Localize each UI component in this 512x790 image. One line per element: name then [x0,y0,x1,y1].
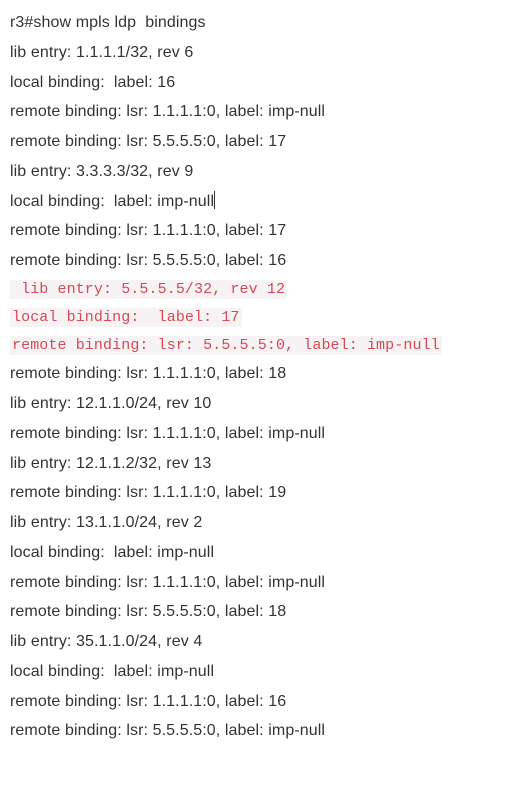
output-line: local binding: label: imp-null [10,538,500,568]
text-span: lib entry: 12.1.1.0/24, rev 10 [10,395,211,412]
output-line: remote binding: lsr: 1.1.1.1:0, label: 1… [10,687,500,717]
output-line: remote binding: lsr: 5.5.5.5:0, label: 1… [10,127,500,157]
text-span: remote binding: lsr: 5.5.5.5:0, label: 1… [10,133,286,150]
text-span: remote binding: lsr: 1.1.1.1:0, label: 1… [10,365,286,382]
output-line: remote binding: lsr: 1.1.1.1:0, label: i… [10,568,500,598]
text-span: local binding: label: 16 [10,74,175,91]
text-span: lib entry: 35.1.1.0/24, rev 4 [10,633,202,650]
text-span: local binding: label: imp-null [10,193,214,210]
output-line: lib entry: 5.5.5.5/32, rev 12 [10,276,500,304]
output-line: remote binding: lsr: 1.1.1.1:0, label: i… [10,419,500,449]
text-span: remote binding: lsr: 1.1.1.1:0, label: 1… [10,693,286,710]
output-line: lib entry: 1.1.1.1/32, rev 6 [10,38,500,68]
text-span: remote binding: lsr: 5.5.5.5:0, label: i… [10,722,325,739]
output-line: remote binding: lsr: 5.5.5.5:0, label: 1… [10,597,500,627]
output-line: local binding: label: imp-null [10,187,500,217]
highlighted-span: lib entry: 5.5.5.5/32, rev 12 [10,280,287,299]
output-line: remote binding: lsr: 5.5.5.5:0, label: i… [10,332,500,360]
text-span: lib entry: 12.1.1.2/32, rev 13 [10,455,211,472]
text-span: remote binding: lsr: 1.1.1.1:0, label: i… [10,425,325,442]
output-line: local binding: label: 17 [10,304,500,332]
output-line: remote binding: lsr: 1.1.1.1:0, label: i… [10,97,500,127]
output-line: lib entry: 35.1.1.0/24, rev 4 [10,627,500,657]
cli-output: r3#show mpls ldp bindings lib entry: 1.1.… [0,0,512,758]
highlighted-span: remote binding: lsr: 5.5.5.5:0, label: i… [10,336,442,355]
output-line: local binding: label: 16 [10,68,500,98]
output-line: lib entry: 12.1.1.0/24, rev 10 [10,389,500,419]
output-line: lib entry: 3.3.3.3/32, rev 9 [10,157,500,187]
text-span: local binding: label: imp-null [10,544,214,561]
output-line: remote binding: lsr: 1.1.1.1:0, label: 1… [10,216,500,246]
output-line: remote binding: lsr: 1.1.1.1:0, label: 1… [10,359,500,389]
text-span: remote binding: lsr: 1.1.1.1:0, label: 1… [10,222,286,239]
output-line: remote binding: lsr: 5.5.5.5:0, label: 1… [10,246,500,276]
text-span: remote binding: lsr: 1.1.1.1:0, label: i… [10,103,325,120]
text-span: remote binding: lsr: 5.5.5.5:0, label: 1… [10,252,286,269]
output-line: lib entry: 13.1.1.0/24, rev 2 [10,508,500,538]
text-span: remote binding: lsr: 1.1.1.1:0, label: 1… [10,484,286,501]
text-span: lib entry: 13.1.1.0/24, rev 2 [10,514,202,531]
text-span: lib entry: 1.1.1.1/32, rev 6 [10,44,193,61]
output-line: r3#show mpls ldp bindings [10,8,500,38]
output-line: remote binding: lsr: 5.5.5.5:0, label: i… [10,716,500,746]
text-cursor [214,191,215,209]
highlighted-span: local binding: label: 17 [10,308,242,327]
text-span: lib entry: 3.3.3.3/32, rev 9 [10,163,193,180]
output-line: remote binding: lsr: 1.1.1.1:0, label: 1… [10,478,500,508]
text-span: remote binding: lsr: 1.1.1.1:0, label: i… [10,574,325,591]
output-line: local binding: label: imp-null [10,657,500,687]
text-span: remote binding: lsr: 5.5.5.5:0, label: 1… [10,603,286,620]
text-span: r3#show mpls ldp bindings [10,14,206,31]
text-span: local binding: label: imp-null [10,663,214,680]
output-line: lib entry: 12.1.1.2/32, rev 13 [10,449,500,479]
